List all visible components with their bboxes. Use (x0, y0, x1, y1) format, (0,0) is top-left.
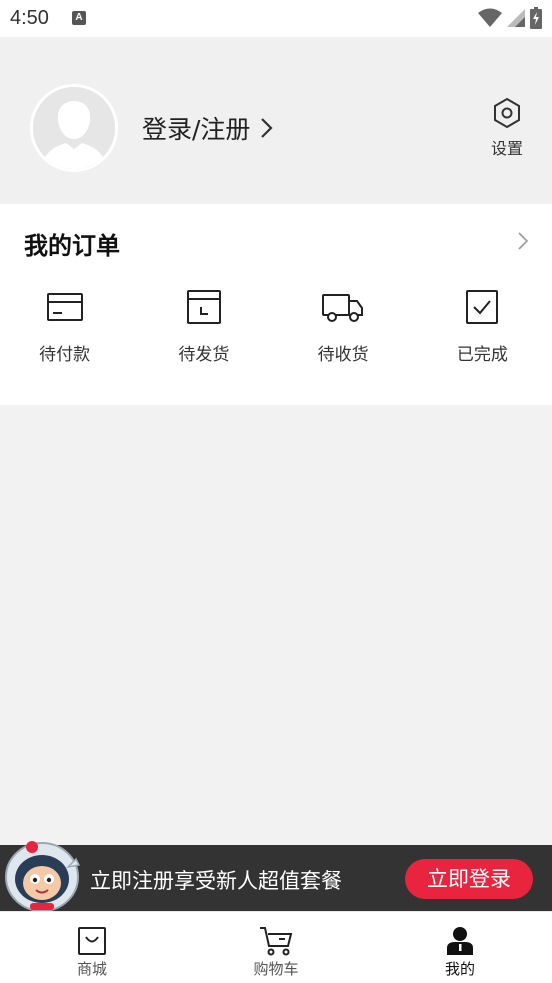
chevron-right-icon (261, 118, 273, 138)
status-icons (478, 7, 542, 29)
tab-label: 购物车 (253, 960, 299, 978)
login-now-button[interactable]: 立即登录 (405, 859, 533, 899)
person-icon (447, 927, 473, 955)
my-orders-card: 我的订单 待付款 待发货 待收货 已完成 (0, 204, 552, 405)
settings-hexagon-icon (494, 97, 520, 129)
default-avatar-icon (33, 87, 115, 169)
order-pending-shipment[interactable]: 待发货 (134, 290, 273, 365)
tab-shop[interactable]: 商城 (0, 912, 184, 983)
avatar[interactable] (30, 84, 118, 172)
login-register-label: 登录/注册 (142, 115, 251, 144)
signal-icon (507, 9, 525, 27)
order-status-row: 待付款 待发货 待收货 已完成 (0, 290, 552, 365)
shop-bag-icon (78, 927, 106, 955)
order-label: 待发货 (178, 345, 230, 365)
notification-icon: A (72, 11, 86, 25)
battery-icon (530, 7, 542, 29)
order-label: 待付款 (39, 345, 91, 365)
check-box-icon (466, 290, 499, 324)
settings-button[interactable]: 设置 (490, 97, 524, 159)
order-pending-receipt[interactable]: 待收货 (274, 290, 413, 365)
tab-mine[interactable]: 我的 (368, 912, 552, 983)
cart-icon (260, 927, 293, 956)
profile-header: 登录/注册 设置 (0, 37, 552, 204)
tab-label: 我的 (444, 960, 475, 978)
chevron-right-icon (518, 232, 528, 250)
my-orders-title: 我的订单 (24, 232, 120, 260)
my-orders-header[interactable]: 我的订单 (0, 204, 552, 276)
box-icon (186, 290, 221, 324)
mascot-astronaut-icon (5, 841, 81, 912)
card-icon (46, 293, 83, 321)
login-register-link[interactable]: 登录/注册 (142, 110, 274, 146)
promo-text: 立即注册享受新人超值套餐 (90, 869, 342, 893)
status-bar: 4:50 A (0, 0, 552, 37)
wifi-icon (478, 8, 502, 27)
order-label: 待收货 (317, 345, 369, 365)
bottom-tab-bar: 商城 购物车 我的 (0, 911, 552, 983)
register-promo-banner: 立即注册享受新人超值套餐 立即登录 (0, 841, 552, 912)
tab-label: 商城 (76, 960, 107, 978)
order-pending-payment[interactable]: 待付款 (0, 290, 134, 365)
order-completed[interactable]: 已完成 (413, 290, 552, 365)
order-label: 已完成 (456, 345, 508, 365)
tab-cart[interactable]: 购物车 (184, 912, 368, 983)
settings-label: 设置 (490, 139, 523, 158)
status-time: 4:50 (10, 7, 49, 29)
truck-icon (322, 294, 364, 322)
